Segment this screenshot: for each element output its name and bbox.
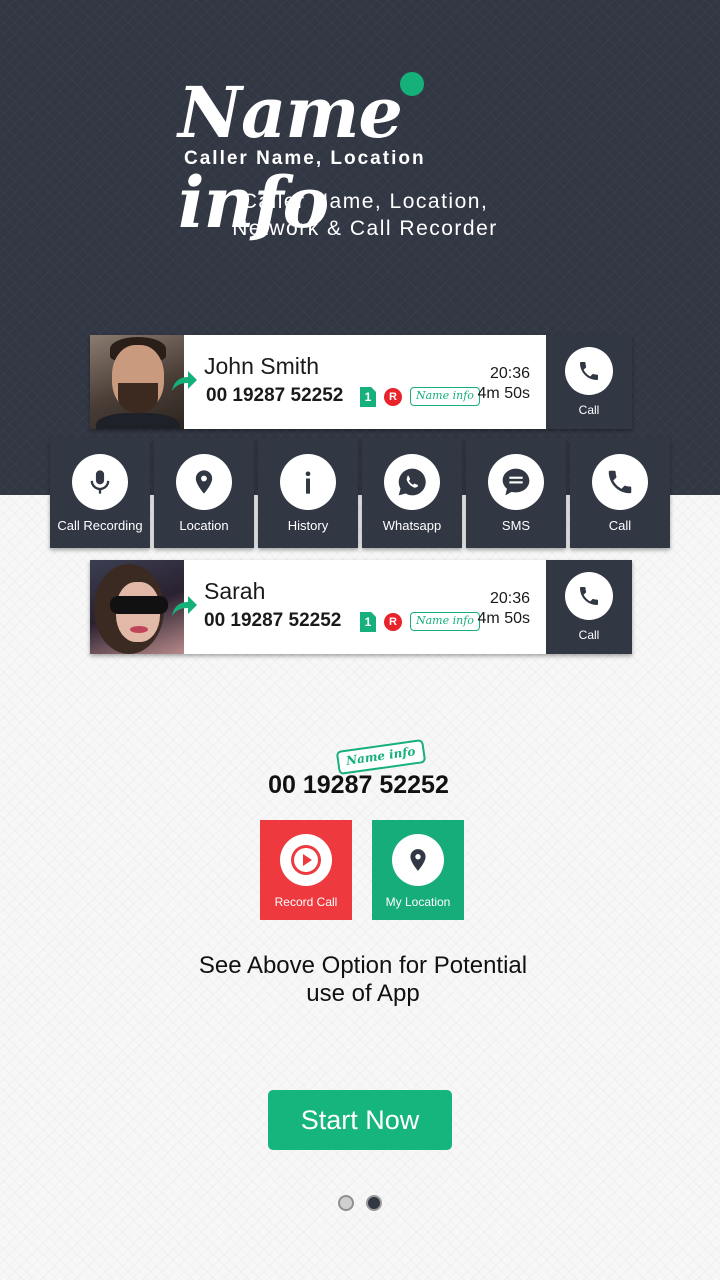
caller-number: 00 19287 52252: [204, 610, 342, 631]
tagline: Caller Name, Location, Network & Call Re…: [0, 188, 720, 242]
action-bar: Call Recording Location History Whatsapp…: [50, 438, 670, 548]
logo-dot-icon: [400, 72, 424, 96]
my-location-button[interactable]: My Location: [372, 820, 464, 920]
description: See Above Option for Potential use of Ap…: [0, 952, 720, 1008]
phone-icon: [565, 572, 613, 620]
caller-card-sarah: Sarah 00 19287 52252 1 R Name info 20:36…: [90, 560, 632, 654]
start-now-button[interactable]: Start Now: [268, 1090, 452, 1150]
action-sms[interactable]: SMS: [466, 438, 566, 548]
caller-card-john: John Smith 00 19287 52252 1 R Name info …: [90, 335, 632, 429]
description-line-2: use of App: [306, 980, 420, 1007]
phone-icon: [565, 347, 613, 395]
page-dot-2[interactable]: [366, 1195, 382, 1211]
action-label: History: [287, 518, 329, 533]
caller-number: 00 19287 52252: [206, 385, 344, 406]
chat-bubble-icon: [488, 454, 544, 510]
action-label: Location: [179, 518, 229, 533]
location-pin-icon: [392, 834, 444, 886]
logo-subtitle: Caller Name, Location: [184, 148, 426, 169]
action-call-recording[interactable]: Call Recording: [50, 438, 150, 548]
call-time: 20:36: [489, 365, 530, 382]
whatsapp-icon: [384, 454, 440, 510]
demo-number: 00 19287 52252: [268, 771, 449, 799]
caller-name: Sarah: [204, 578, 266, 604]
sim-badge: 1: [360, 612, 376, 632]
action-label: Call: [608, 518, 632, 533]
phone-icon: [592, 454, 648, 510]
call-duration: 4m 50s: [477, 610, 530, 627]
location-pin-icon: [176, 454, 232, 510]
page-dot-1[interactable]: [338, 1195, 354, 1211]
microphone-icon: [72, 454, 128, 510]
caller-name: John Smith: [204, 353, 320, 379]
call-time: 20:36: [489, 590, 530, 607]
my-location-label: My Location: [385, 895, 451, 909]
brand-badge: Name info: [335, 739, 426, 775]
network-badge: R: [384, 613, 402, 631]
call-button[interactable]: Call: [546, 560, 632, 654]
page-indicator: [338, 1195, 382, 1211]
description-line-1: See Above Option for Potential: [198, 952, 528, 979]
app-logo: Name info Caller Name, Location: [178, 68, 538, 244]
action-whatsapp[interactable]: Whatsapp: [362, 438, 462, 548]
action-call[interactable]: Call: [570, 438, 670, 548]
record-call-button[interactable]: Record Call: [260, 820, 352, 920]
brand-badge: Name info: [410, 387, 480, 406]
caller-info: John Smith 00 19287 52252 1 R Name info …: [184, 335, 546, 429]
brand-badge: Name info: [410, 612, 480, 631]
call-duration: 4m 50s: [477, 385, 530, 402]
action-location[interactable]: Location: [154, 438, 254, 548]
action-label: SMS: [501, 518, 531, 533]
action-label: Call Recording: [57, 518, 143, 533]
sim-badge: 1: [360, 387, 376, 407]
caller-info: Sarah 00 19287 52252 1 R Name info 20:36…: [184, 560, 546, 654]
call-label: Call: [578, 403, 600, 417]
record-play-icon: [280, 834, 332, 886]
tagline-line-1: Caller Name, Location,: [241, 190, 489, 213]
action-label: Whatsapp: [382, 518, 442, 533]
tagline-line-2: Network & Call Recorder: [232, 217, 498, 240]
call-button[interactable]: Call: [546, 335, 632, 429]
action-history[interactable]: History: [258, 438, 358, 548]
call-label: Call: [578, 628, 600, 642]
info-icon: [280, 454, 336, 510]
network-badge: R: [384, 388, 402, 406]
record-call-label: Record Call: [274, 895, 338, 909]
